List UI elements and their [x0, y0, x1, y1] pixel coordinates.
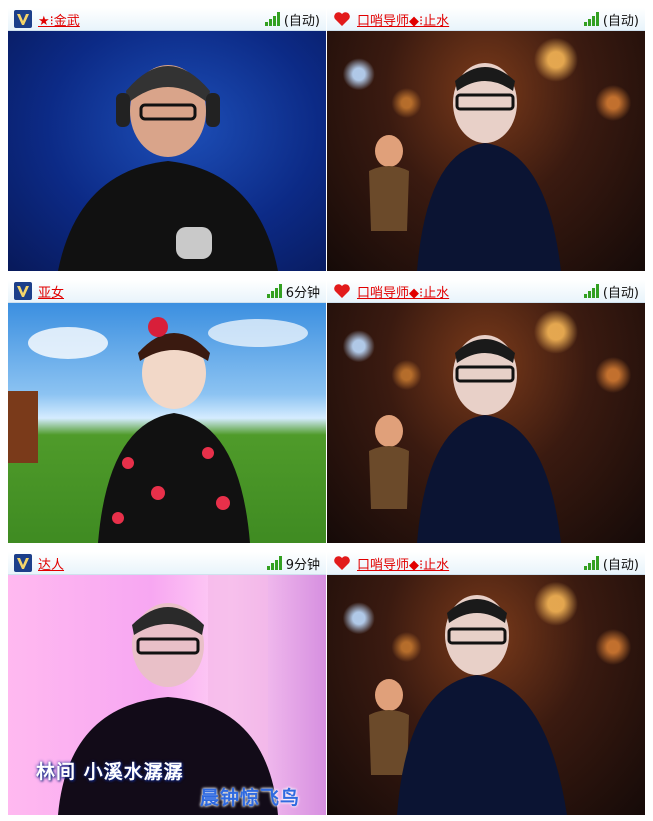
signal-strength-icon	[583, 12, 599, 26]
mic-status: (自动)	[602, 557, 639, 573]
mic-status: (自动)	[602, 13, 639, 29]
username-link[interactable]: 口哨导师◆⁝止水	[357, 554, 449, 573]
mic-status: (自动)	[283, 13, 320, 29]
signal-strength-icon	[583, 284, 599, 298]
singer-silhouette	[58, 65, 278, 271]
panel-header: 口哨导师◆⁝止水 (自动)	[327, 280, 645, 303]
mic-status: 6分钟	[285, 285, 320, 301]
signal-strength-icon	[264, 12, 280, 26]
username-link[interactable]: 达人	[38, 554, 64, 573]
video-feed[interactable]	[8, 303, 326, 543]
mic-panel-3-right: 口哨导师◆⁝止水 (自动)	[327, 552, 645, 815]
video-feed[interactable]	[327, 31, 645, 271]
stage-singer-silhouette	[369, 595, 567, 815]
mic-panel-1-right: 口哨导师◆⁝止水 (自动)	[327, 8, 645, 271]
lyric-line-2: 晨钟惊飞鸟	[200, 787, 301, 809]
mic-panel-1-left: ★⁝金武 (自动)	[8, 8, 326, 271]
rank-badge-icon	[14, 282, 32, 300]
panel-header: 口哨导师◆⁝止水 (自动)	[327, 8, 645, 31]
mic-status: (自动)	[602, 285, 639, 301]
mic-status: 9分钟	[285, 557, 320, 573]
video-feed[interactable]: 林间 小溪水潺潺 晨钟惊飞鸟	[8, 575, 326, 815]
panel-header: ★⁝金武 (自动)	[8, 8, 326, 31]
heart-icon	[334, 12, 350, 26]
mic-panel-2-left: 亚女 6分钟	[8, 280, 326, 543]
rank-badge-icon	[14, 10, 32, 28]
video-feed[interactable]	[327, 303, 645, 543]
mic-panel-2-right: 口哨导师◆⁝止水 (自动)	[327, 280, 645, 543]
mic-panel-3-left: 达人 9分钟 林间 小溪水潺潺 晨钟惊飞鸟	[8, 552, 326, 815]
singer-silhouette	[8, 317, 308, 543]
signal-strength-icon	[583, 556, 599, 570]
video-row-3: 达人 9分钟 林间 小溪水潺潺 晨钟惊飞鸟 口哨导师◆⁝止水 (自动)	[8, 552, 645, 815]
panel-header: 口哨导师◆⁝止水 (自动)	[327, 552, 645, 575]
heart-icon	[334, 284, 350, 298]
panel-header: 达人 9分钟	[8, 552, 326, 575]
video-feed[interactable]	[8, 31, 326, 271]
lyric-line-1: 林间 小溪水潺潺	[36, 761, 184, 783]
signal-strength-icon	[266, 284, 282, 298]
rank-badge-icon	[14, 554, 32, 572]
username-link[interactable]: 口哨导师◆⁝止水	[357, 10, 449, 29]
username-link[interactable]: 亚女	[38, 282, 64, 301]
video-feed[interactable]	[327, 575, 645, 815]
video-row-1: ★⁝金武 (自动) 口哨导师◆⁝止水 (自动)	[8, 8, 645, 271]
stage-singer-silhouette	[369, 335, 561, 543]
stage-singer-silhouette	[369, 63, 561, 271]
video-row-2: 亚女 6分钟 口哨导师◆⁝止水 (自动)	[8, 280, 645, 543]
username-link[interactable]: ★⁝金武	[38, 10, 80, 29]
signal-strength-icon	[266, 556, 282, 570]
panel-header: 亚女 6分钟	[8, 280, 326, 303]
heart-icon	[334, 556, 350, 570]
username-link[interactable]: 口哨导师◆⁝止水	[357, 282, 449, 301]
